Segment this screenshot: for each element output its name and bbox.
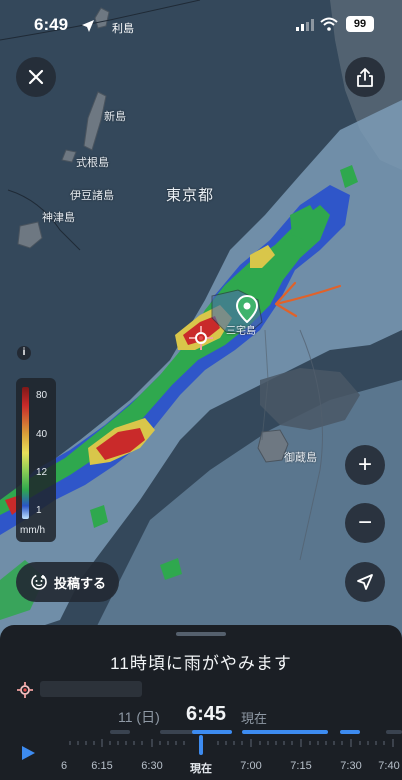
time-slider[interactable]: 6 6:15 6:30 現在 7:00 7:15 7:30 7:40: [52, 725, 402, 780]
forecast-sheet[interactable]: 11時頃に雨がやみます 11 (日) 6:45 現在 6 6:15 6:30 現…: [0, 625, 402, 780]
timeline-label-7-40: 7:40: [378, 760, 400, 772]
share-button[interactable]: [345, 57, 385, 97]
status-bar: 6:49 利島 99: [0, 0, 402, 44]
sheet-handle[interactable]: [176, 632, 226, 636]
current-time: 6:45: [186, 703, 227, 725]
map-label-tokyo: 東京都: [166, 187, 215, 204]
timeline-label-7-30: 7:30: [340, 760, 362, 772]
legend-tick-12: 12: [36, 467, 48, 478]
map-label-shikinejima: 式根島: [76, 157, 109, 169]
navigation-arrow-icon: [357, 574, 373, 590]
close-button[interactable]: [16, 57, 56, 97]
timeline-label-now: 現在: [190, 763, 212, 775]
legend-tick-1: 1: [36, 505, 42, 516]
timeline-label-7-15: 7:15: [290, 760, 312, 772]
timeline-label-6: 6: [60, 760, 68, 772]
post-face-icon: [31, 574, 47, 590]
map-label-niijima: 新島: [104, 111, 126, 123]
location-arrow-icon: [82, 20, 94, 32]
post-button[interactable]: 投稿する: [16, 562, 119, 602]
map-label-izu-islands: 伊豆諸島: [70, 190, 114, 202]
radar-map-canvas: [0, 0, 402, 640]
play-icon[interactable]: [20, 745, 36, 761]
forecast-headline: 11時頃に雨がやみます: [110, 654, 292, 673]
legend-tick-40: 40: [36, 429, 48, 440]
map-label-kozushima: 神津島: [42, 212, 75, 224]
my-location-button[interactable]: [345, 562, 385, 602]
cellular-signal-icon: [296, 19, 314, 31]
zoom-out-button[interactable]: −: [345, 503, 385, 543]
post-button-label: 投稿する: [54, 575, 107, 591]
zoom-out-icon: −: [357, 509, 372, 536]
precipitation-legend: 80 40 12 1 mm/h: [16, 378, 56, 542]
radar-map[interactable]: 新島 式根島 伊豆諸島 神津島 東京都 三宅島 御蔵島: [0, 0, 402, 640]
time-slider-thumb: [199, 735, 203, 755]
timeline-label-7-00: 7:00: [240, 760, 262, 772]
legend-unit: mm/h: [20, 525, 45, 536]
location-name-placeholder: [40, 681, 142, 697]
map-label-miyakejima: 三宅島: [226, 326, 256, 337]
status-time: 6:49: [34, 15, 69, 34]
legend-color-bar: [22, 387, 29, 519]
status-location-label: 利島: [112, 23, 134, 35]
map-label-mikurajima: 御蔵島: [284, 452, 317, 464]
wifi-icon: [320, 17, 338, 31]
timeline-label-6-15: 6:15: [91, 760, 113, 772]
close-icon: [28, 69, 44, 85]
zoom-in-icon: +: [357, 451, 372, 478]
location-pin-icon[interactable]: [236, 295, 258, 323]
info-icon[interactable]: i: [17, 346, 31, 360]
crosshair-icon: [189, 326, 213, 350]
forecast-date: 11 (日): [118, 709, 160, 725]
battery-indicator: 99: [346, 16, 374, 32]
crosshair-location-icon: [17, 682, 33, 698]
zoom-in-button[interactable]: +: [345, 445, 385, 485]
legend-tick-80: 80: [36, 390, 48, 401]
time-slider-track[interactable]: [52, 725, 402, 757]
share-icon: [357, 68, 373, 87]
timeline-label-6-30: 6:30: [141, 760, 163, 772]
